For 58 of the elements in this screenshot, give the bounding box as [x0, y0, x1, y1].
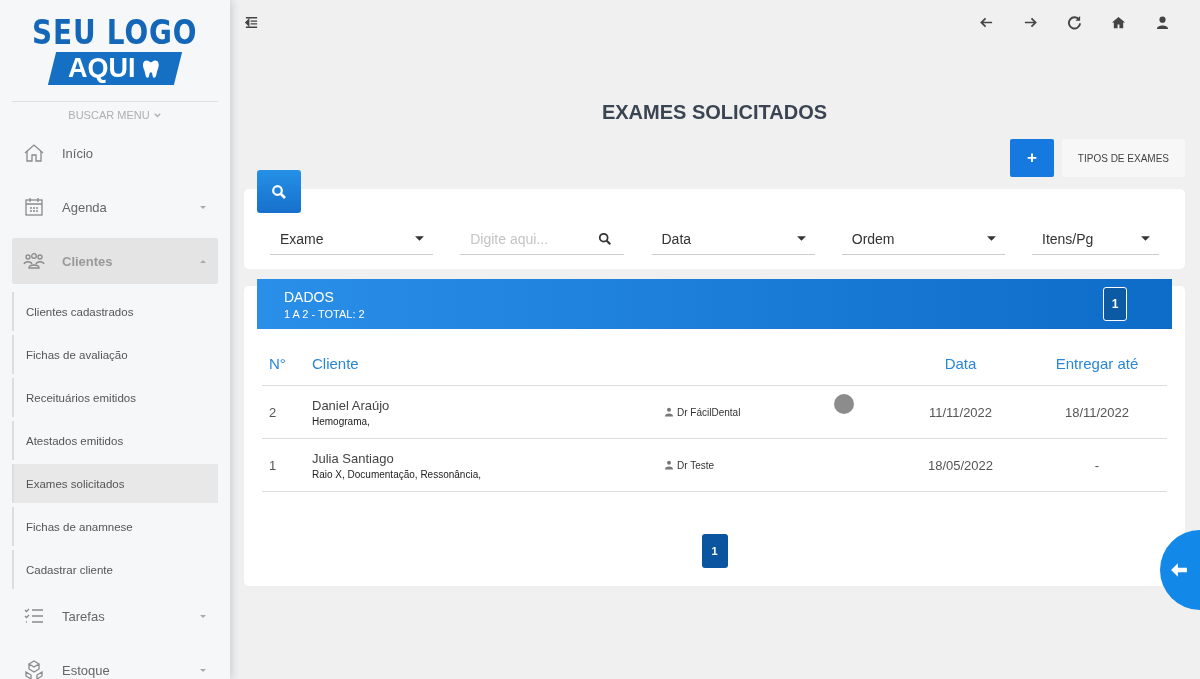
- chevron-down-icon: [152, 110, 162, 120]
- menu-item[interactable]: Estoque: [12, 647, 218, 679]
- logo-text: SEU LOGO: [32, 12, 198, 52]
- submenu-item[interactable]: Fichas de avaliação: [12, 335, 218, 374]
- boxes-icon: [22, 658, 46, 679]
- arrow-left-icon: [1170, 561, 1188, 579]
- menu-item[interactable]: Tarefas: [12, 593, 218, 639]
- calendar-icon: [22, 195, 46, 219]
- dropdown-caret-icon: [1140, 233, 1151, 244]
- logo-banner: AQUI: [48, 52, 182, 85]
- exam-list: Raio X, Documentação, Ressonância,: [312, 468, 664, 480]
- submenu-item[interactable]: Fichas de anamnese: [12, 507, 218, 546]
- add-button[interactable]: +: [1009, 139, 1054, 177]
- submenu-item[interactable]: Clientes cadastrados: [12, 292, 218, 331]
- column-header: Entregar até: [1054, 354, 1140, 372]
- table-cell-text: 11/11/2022: [927, 404, 994, 420]
- search-icon: [598, 232, 613, 246]
- collapse-menu-icon[interactable]: [244, 14, 259, 30]
- submenu-item[interactable]: Atestados emitidos: [12, 421, 218, 460]
- table-cell-text: 18/05/2022: [926, 457, 995, 473]
- search-icon: [271, 183, 287, 200]
- select-field[interactable]: Data: [651, 223, 815, 255]
- doctor-icon: [664, 407, 674, 417]
- page-title: EXAMES SOLICITADOS: [600, 100, 829, 124]
- column-header: Cliente: [312, 354, 360, 372]
- menu-item[interactable]: Início: [12, 130, 218, 176]
- column-header: N°: [268, 354, 287, 372]
- select-field[interactable]: Exame: [270, 223, 433, 255]
- submenu-item[interactable]: Exames solicitados: [12, 464, 218, 503]
- user-icon[interactable]: [1155, 14, 1170, 30]
- table-cell-text: 1: [268, 457, 278, 473]
- column-header: Data: [943, 354, 978, 372]
- search-button[interactable]: [257, 170, 301, 213]
- exam-types-button[interactable]: TIPOS DE EXAMES: [1061, 139, 1185, 177]
- refresh-icon[interactable]: [1067, 14, 1082, 30]
- doctor-name: Dr Teste: [677, 459, 715, 471]
- select-field[interactable]: Itens/Pg: [1032, 223, 1159, 255]
- home-icon[interactable]: [1111, 14, 1126, 30]
- doctor-name: Dr FácilDental: [677, 406, 741, 418]
- exam-list: Hemograma,: [312, 415, 664, 427]
- submenu-item[interactable]: Receituários emitidos: [12, 378, 218, 417]
- dropdown-caret-icon: [985, 233, 997, 244]
- dropdown-caret-icon: [414, 233, 425, 244]
- table-cell-text: 18/11/2022: [1063, 404, 1131, 420]
- submenu-item[interactable]: Cadastrar cliente: [12, 550, 218, 589]
- dropdown-caret-icon: [795, 233, 807, 244]
- doctor-icon: [664, 460, 674, 470]
- client-name: Julia Santiago: [312, 450, 395, 466]
- table-cell-text: 2: [268, 404, 278, 420]
- client-name: Daniel Araújo: [312, 397, 391, 413]
- menu-item[interactable]: Agenda: [12, 184, 218, 230]
- table-cell-text: -: [1093, 457, 1101, 473]
- page-button[interactable]: 1: [701, 534, 728, 568]
- section-title: DADOS: [284, 288, 335, 305]
- select-field[interactable]: Ordem: [841, 223, 1005, 255]
- page-indicator: 1: [1103, 287, 1127, 321]
- search-field[interactable]: Digite aqui...: [460, 223, 625, 255]
- total-summary: 1 A 2 - TOTAL: 2: [284, 307, 365, 320]
